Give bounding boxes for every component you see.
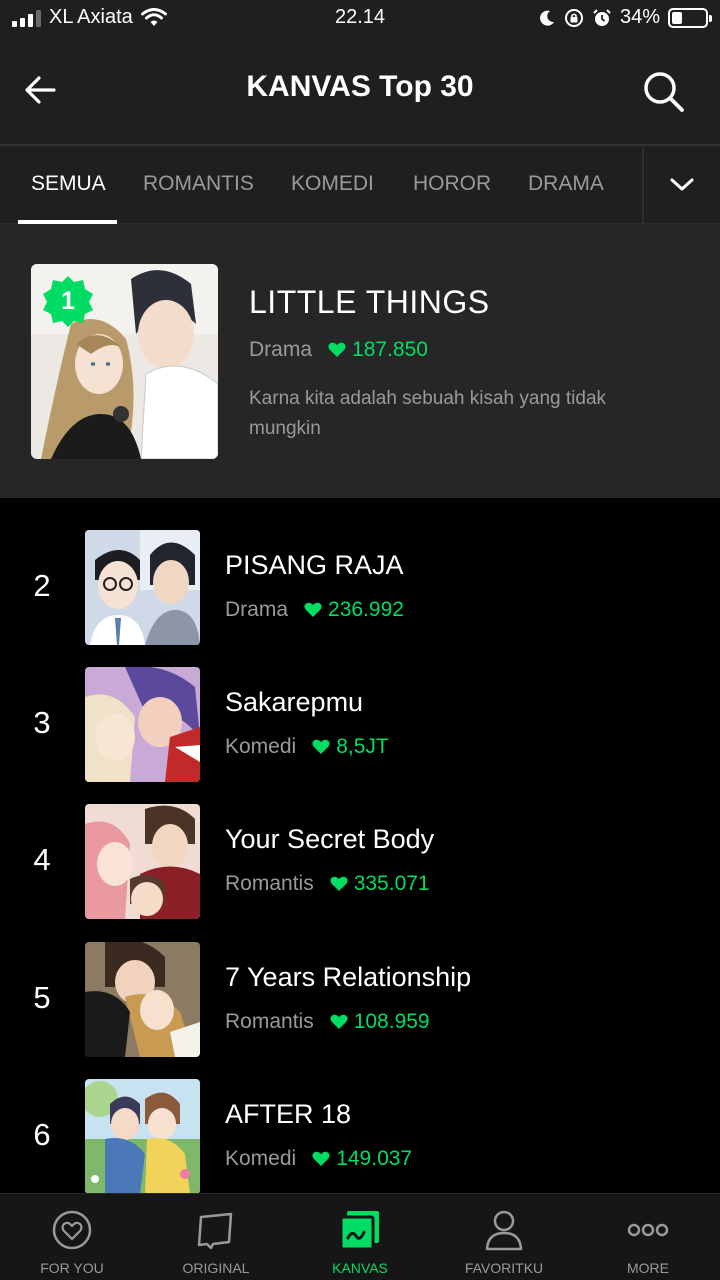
item-likes: 236.992 <box>304 598 404 622</box>
nav-for-you[interactable]: FOR YOU <box>0 1194 144 1280</box>
heart-icon <box>328 342 346 357</box>
page-title: KANVAS Top 30 <box>246 70 474 103</box>
status-bar: XL Axiata 22.14 34% <box>0 0 720 36</box>
featured-rank: 1 <box>61 287 75 315</box>
list-item[interactable]: 2 PISANG RAJA Drama 236.992 <box>0 530 720 646</box>
item-title: 7 Years Relationship <box>225 962 472 992</box>
app-header: KANVAS Top 30 <box>0 36 720 144</box>
item-thumbnail <box>85 1079 200 1194</box>
item-likes: 108.959 <box>330 1010 430 1034</box>
item-likes-count: 236.992 <box>328 598 404 621</box>
person-icon <box>485 1210 523 1251</box>
status-right: 34% <box>538 6 712 29</box>
nav-original[interactable]: ORIGINAL <box>144 1194 288 1280</box>
cover-image <box>85 530 200 645</box>
rank-number: 6 <box>33 1117 51 1152</box>
item-meta: Drama 236.992 <box>225 598 404 622</box>
nav-label: MORE <box>627 1260 669 1276</box>
item-title: Sakarepmu <box>225 687 364 717</box>
cover-image <box>85 667 200 782</box>
item-likes-count: 8,5JT <box>336 735 389 758</box>
cover-image <box>85 942 200 1057</box>
rotation-lock-icon <box>564 8 583 27</box>
kanvas-icon <box>339 1211 379 1251</box>
item-likes-count: 149.037 <box>336 1147 413 1170</box>
nav-label: ORIGINAL <box>182 1260 250 1276</box>
rank-number: 2 <box>33 568 51 603</box>
item-meta: Romantis 335.071 <box>225 872 430 896</box>
search-icon <box>644 72 684 112</box>
search-button[interactable] <box>638 66 690 118</box>
tab-semua[interactable]: SEMUA <box>31 172 106 196</box>
list-item[interactable]: 4 Your Secret Body Romantis 335.071 <box>0 804 720 920</box>
list-item[interactable]: 5 7 Years Relationship Romantis 108.959 <box>0 942 720 1058</box>
featured-meta: Drama 187.850 <box>249 338 428 362</box>
screen: XL Axiata 22.14 34% KANVAS Top 30 SEMUA … <box>0 0 720 1280</box>
featured-likes: 187.850 <box>328 338 428 362</box>
nav-favoritku[interactable]: FAVORITKU <box>432 1194 576 1280</box>
item-title: Your Secret Body <box>225 824 435 854</box>
cover-image <box>85 804 200 919</box>
item-likes: 8,5JT <box>312 735 389 759</box>
featured-title: LITTLE THINGS <box>249 284 490 320</box>
item-title: AFTER 18 <box>225 1099 352 1129</box>
heart-icon <box>304 602 322 617</box>
featured-item[interactable]: 1 LITTLE THINGS Drama 187.850 Karna kita… <box>0 224 720 498</box>
rank-badge: 1 <box>41 274 95 328</box>
tab-drama[interactable]: DRAMA <box>528 172 604 196</box>
featured-thumbnail: 1 <box>31 264 218 459</box>
item-likes: 335.071 <box>330 872 430 896</box>
featured-likes-count: 187.850 <box>352 338 428 361</box>
bottom-nav: FOR YOU ORIGINAL KANVAS FAVORITKU MORE <box>0 1193 720 1280</box>
heart-icon <box>312 1151 330 1166</box>
tab-horor[interactable]: HOROR <box>413 172 491 196</box>
item-thumbnail <box>85 804 200 919</box>
moon-icon <box>540 10 554 26</box>
genre-tabs: SEMUA ROMANTIS KOMEDI HOROR DRAMA <box>0 144 720 224</box>
cover-image <box>85 1079 200 1194</box>
item-thumbnail <box>85 942 200 1057</box>
item-likes-count: 108.959 <box>353 1010 430 1033</box>
item-thumbnail <box>85 530 200 645</box>
nav-more[interactable]: MORE <box>576 1194 720 1280</box>
item-likes: 149.037 <box>312 1147 412 1171</box>
item-genre: Drama <box>225 598 289 621</box>
item-genre: Komedi <box>225 735 297 758</box>
item-title: PISANG RAJA <box>225 550 404 580</box>
expand-tabs-button[interactable] <box>642 146 720 224</box>
battery-percent: 34% <box>619 6 660 28</box>
nav-kanvas[interactable]: KANVAS <box>288 1194 432 1280</box>
list-item[interactable]: 3 Sakarepmu Komedi 8,5JT <box>0 667 720 783</box>
alarm-icon <box>593 8 611 26</box>
list-item[interactable]: 6 AFTER 18 Komedi 149.037 <box>0 1079 720 1195</box>
chevron-down-icon <box>670 178 694 191</box>
tab-komedi[interactable]: KOMEDI <box>291 172 374 196</box>
rank-number: 5 <box>33 980 51 1015</box>
rank-number: 3 <box>33 705 51 740</box>
more-icon <box>627 1223 669 1237</box>
heart-icon <box>330 1014 348 1029</box>
item-genre: Romantis <box>225 872 314 895</box>
item-likes-count: 335.071 <box>353 872 430 895</box>
nav-label: KANVAS <box>332 1260 388 1276</box>
rank-number: 4 <box>33 842 51 877</box>
heart-circle-icon <box>52 1210 92 1250</box>
item-meta: Komedi 149.037 <box>225 1147 412 1171</box>
heart-icon <box>312 739 330 754</box>
featured-description: Karna kita adalah sebuah kisah yang tida… <box>249 388 607 439</box>
item-meta: Romantis 108.959 <box>225 1010 430 1034</box>
item-meta: Komedi 8,5JT <box>225 735 389 759</box>
item-thumbnail <box>85 667 200 782</box>
original-icon <box>197 1212 233 1250</box>
battery-icon <box>668 7 712 28</box>
item-genre: Romantis <box>225 1010 314 1033</box>
item-genre: Komedi <box>225 1147 297 1170</box>
tab-romantis[interactable]: ROMANTIS <box>143 172 254 196</box>
heart-icon <box>330 876 348 891</box>
featured-genre: Drama <box>249 338 313 361</box>
nav-label: FAVORITKU <box>464 1260 544 1276</box>
nav-label: FOR YOU <box>40 1260 104 1276</box>
